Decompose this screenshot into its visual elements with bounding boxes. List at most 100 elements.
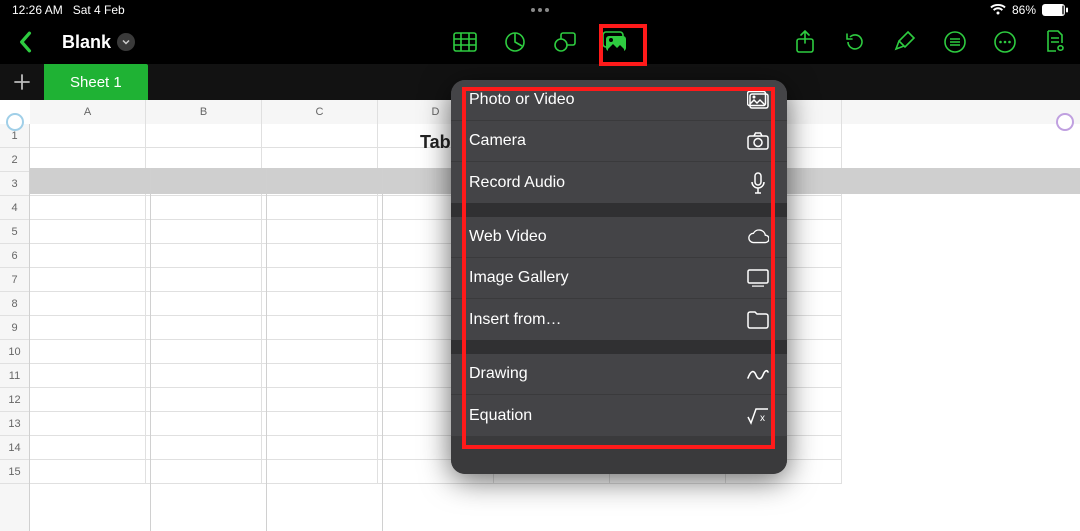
battery-percentage: 86%: [1012, 3, 1036, 17]
cell[interactable]: [146, 460, 262, 484]
cell[interactable]: [146, 292, 262, 316]
cell[interactable]: [262, 268, 378, 292]
document-title[interactable]: Blank: [62, 32, 135, 53]
cell[interactable]: [146, 268, 262, 292]
cell[interactable]: [30, 316, 146, 340]
sheet-tab-1[interactable]: Sheet 1: [44, 64, 148, 100]
cell[interactable]: [146, 340, 262, 364]
insert-menu-scribble[interactable]: Drawing: [451, 354, 787, 395]
cell[interactable]: [262, 196, 378, 220]
row-header[interactable]: 11: [0, 364, 29, 388]
cell[interactable]: [262, 292, 378, 316]
row-header[interactable]: 8: [0, 292, 29, 316]
cell[interactable]: [146, 412, 262, 436]
cell[interactable]: [262, 244, 378, 268]
cell[interactable]: [146, 364, 262, 388]
format-brush-button[interactable]: [892, 29, 918, 55]
cell[interactable]: [30, 412, 146, 436]
insert-menu-cloud[interactable]: Web Video: [451, 217, 787, 258]
insert-menu-sqrt[interactable]: Equation x: [451, 395, 787, 436]
cell[interactable]: [146, 316, 262, 340]
row-header[interactable]: 9: [0, 316, 29, 340]
cell[interactable]: [262, 460, 378, 484]
grid-vline: [150, 168, 151, 531]
insert-menu-photo[interactable]: Photo or Video: [451, 80, 787, 121]
cell[interactable]: [262, 388, 378, 412]
cell[interactable]: [262, 220, 378, 244]
row-header[interactable]: 3: [0, 172, 29, 196]
row-header[interactable]: 7: [0, 268, 29, 292]
cell[interactable]: [146, 436, 262, 460]
wifi-icon: [990, 4, 1006, 16]
cell[interactable]: [30, 244, 146, 268]
insert-media-button[interactable]: [602, 29, 628, 55]
insert-menu-gallery[interactable]: Image Gallery: [451, 258, 787, 299]
cell[interactable]: [262, 124, 378, 148]
gallery-icon: [747, 267, 769, 289]
cell[interactable]: [146, 388, 262, 412]
menu-item-label: Photo or Video: [469, 91, 575, 109]
cell[interactable]: [146, 124, 262, 148]
cell[interactable]: [30, 364, 146, 388]
new-document-button[interactable]: [1042, 29, 1068, 55]
insert-menu-mic[interactable]: Record Audio: [451, 162, 787, 203]
insert-shape-button[interactable]: [552, 29, 578, 55]
cell[interactable]: [30, 460, 146, 484]
table-handle-left[interactable]: [6, 113, 24, 131]
menu-item-label: Camera: [469, 132, 526, 150]
insert-media-popover: Photo or Video Camera Record Audio Web Vid…: [451, 80, 787, 474]
cell[interactable]: [262, 316, 378, 340]
back-button[interactable]: [12, 29, 38, 55]
scribble-icon: [747, 363, 769, 385]
row-header[interactable]: 14: [0, 436, 29, 460]
status-bar: 12:26 AM Sat 4 Feb 86%: [0, 0, 1080, 20]
menu-item-label: Image Gallery: [469, 269, 569, 287]
cell[interactable]: [30, 196, 146, 220]
cell[interactable]: [262, 364, 378, 388]
insert-menu-folder[interactable]: Insert from…: [451, 299, 787, 340]
cell[interactable]: [262, 436, 378, 460]
table-handle-right[interactable]: [1056, 113, 1074, 131]
menu-item-label: Equation: [469, 407, 532, 425]
insert-chart-button[interactable]: [502, 29, 528, 55]
insert-menu-camera[interactable]: Camera: [451, 121, 787, 162]
row-header[interactable]: 12: [0, 388, 29, 412]
undo-button[interactable]: [842, 29, 868, 55]
cell[interactable]: [30, 124, 146, 148]
cell[interactable]: [30, 220, 146, 244]
status-date: Sat 4 Feb: [73, 3, 125, 17]
menu-item-label: Web Video: [469, 228, 547, 246]
cell[interactable]: [146, 196, 262, 220]
cell[interactable]: [146, 220, 262, 244]
chevron-down-icon: [117, 33, 135, 51]
document-title-text: Blank: [62, 32, 111, 53]
row-header[interactable]: 15: [0, 460, 29, 484]
cell[interactable]: [30, 436, 146, 460]
column-header[interactable]: C: [262, 100, 378, 124]
share-button[interactable]: [792, 29, 818, 55]
row-header[interactable]: 13: [0, 412, 29, 436]
add-sheet-button[interactable]: [0, 64, 44, 100]
organize-button[interactable]: [942, 29, 968, 55]
sqrt-icon: x: [747, 405, 769, 427]
cell[interactable]: [262, 412, 378, 436]
row-header[interactable]: 10: [0, 340, 29, 364]
row-header[interactable]: 4: [0, 196, 29, 220]
cell[interactable]: [146, 244, 262, 268]
camera-icon: [747, 130, 769, 152]
column-header[interactable]: A: [30, 100, 146, 124]
row-header[interactable]: 5: [0, 220, 29, 244]
row-headers[interactable]: 123456789101112131415: [0, 124, 30, 531]
cell[interactable]: [30, 292, 146, 316]
multitask-dots-icon[interactable]: [531, 8, 549, 12]
insert-table-button[interactable]: [452, 29, 478, 55]
cell[interactable]: [30, 268, 146, 292]
row-header[interactable]: 6: [0, 244, 29, 268]
folder-icon: [747, 309, 769, 331]
row-header[interactable]: 2: [0, 148, 29, 172]
cell[interactable]: [30, 340, 146, 364]
column-header[interactable]: B: [146, 100, 262, 124]
more-button[interactable]: [992, 29, 1018, 55]
cell[interactable]: [30, 388, 146, 412]
cell[interactable]: [262, 340, 378, 364]
